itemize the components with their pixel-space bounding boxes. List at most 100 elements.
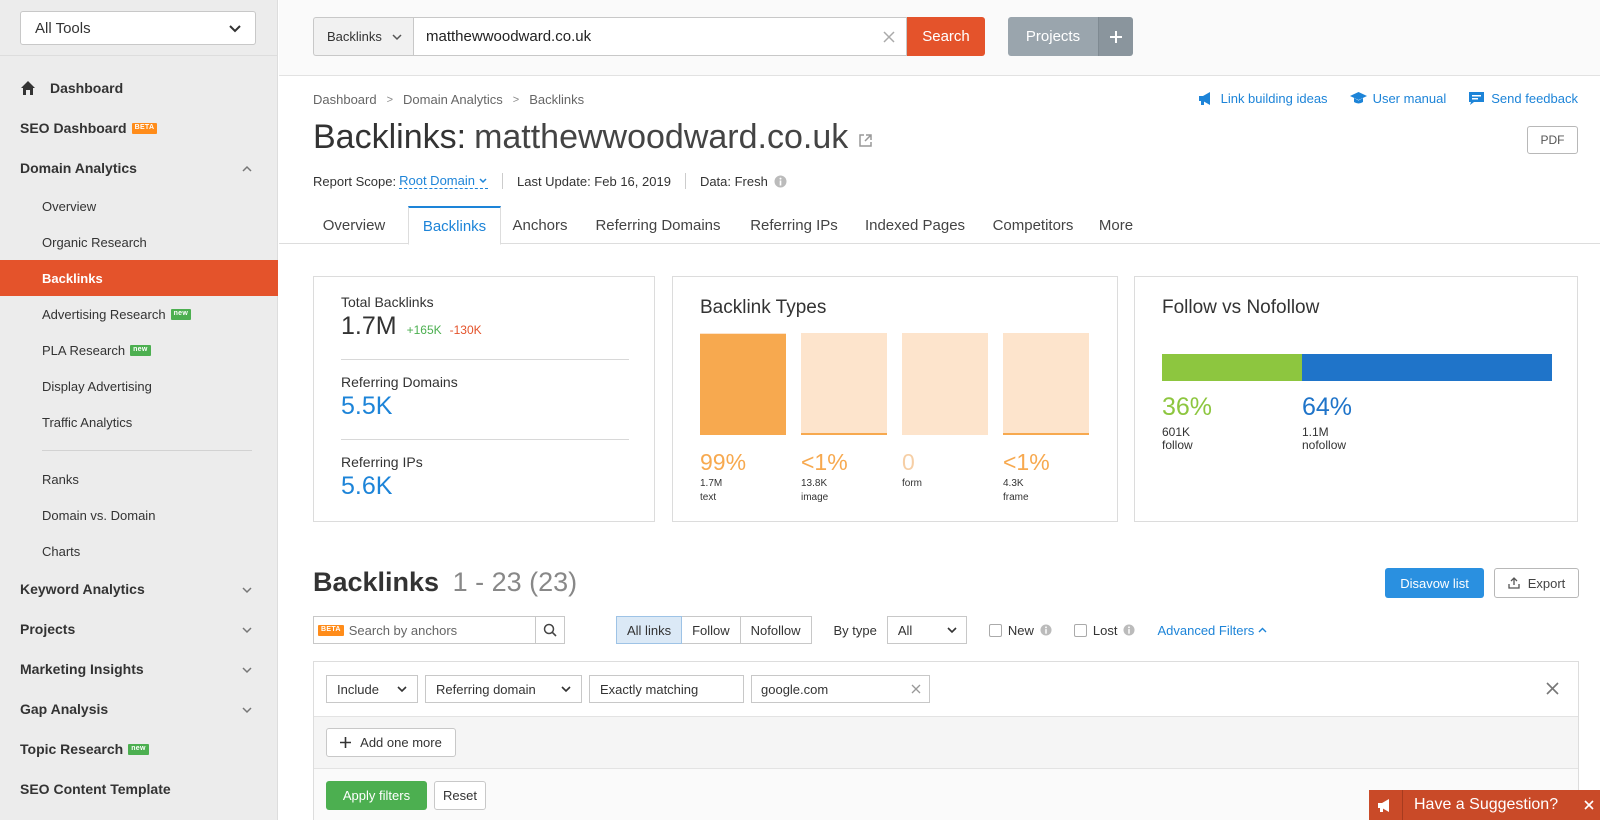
backlink-type-pct: <1% — [801, 449, 848, 475]
referring-domains-value[interactable]: 5.5K — [341, 392, 458, 421]
match-select[interactable]: Exactly matching — [589, 675, 744, 703]
database-select[interactable]: Backlinks — [313, 17, 413, 56]
sidebar-item-advertising-research[interactable]: Advertising Research new — [0, 296, 278, 332]
advanced-filters-toggle[interactable]: Advanced Filters — [1157, 623, 1267, 638]
backlink-type-pct: 99% — [700, 449, 747, 475]
checkbox-box[interactable] — [1073, 623, 1087, 637]
sidebar-item-topic-research[interactable]: Topic Research new — [0, 729, 278, 769]
user-manual-link[interactable]: User manual — [1349, 91, 1447, 106]
info-icon[interactable] — [774, 175, 787, 188]
close-suggestion-button[interactable] — [1578, 800, 1600, 810]
sidebar-item-organic-research[interactable]: Organic Research — [0, 224, 278, 260]
anchor-search-button[interactable] — [535, 617, 564, 643]
tab-indexed-pages[interactable]: Indexed Pages — [856, 206, 974, 244]
tab-referring-domains[interactable]: Referring Domains — [584, 206, 732, 244]
last-update: Last Update: Feb 16, 2019 — [516, 173, 671, 189]
nofollow-toggle[interactable]: Nofollow — [740, 616, 812, 644]
sidebar-item-ranks[interactable]: Ranks — [0, 461, 278, 497]
add-one-more-button[interactable]: Add one more — [326, 728, 456, 757]
sidebar: All Tools Dashboard SEO Dashboard BETA D… — [0, 0, 278, 820]
sidebar-item-display-advertising[interactable]: Display Advertising — [0, 368, 278, 404]
checkbox-box[interactable] — [988, 623, 1002, 637]
sidebar-item-dashboard[interactable]: Dashboard — [0, 68, 278, 108]
backlink-type-form[interactable]: 0 form — [902, 333, 988, 490]
breadcrumb-domain-analytics[interactable]: Domain Analytics — [403, 92, 503, 107]
backlink-type-name: frame — [1003, 492, 1029, 503]
clear-icon[interactable] — [911, 684, 921, 694]
backlink-type-frame[interactable]: <1% 4.3K frame — [1003, 333, 1089, 504]
backlink-type-image[interactable]: <1% 13.8K image — [801, 333, 887, 504]
projects-button[interactable]: Projects — [1008, 17, 1098, 56]
report-scope-select[interactable]: Root Domain — [399, 173, 488, 189]
user-manual-label: User manual — [1372, 91, 1447, 106]
total-backlinks-stat: Total Backlinks 1.7M +165K -130K — [341, 294, 482, 341]
sidebar-item-overview[interactable]: Overview — [0, 188, 278, 224]
plus-icon — [1110, 30, 1122, 43]
sidebar-item-label: Overview — [42, 198, 97, 214]
new-checkbox[interactable]: New — [988, 623, 1052, 638]
follow-toggle[interactable]: Follow — [682, 616, 741, 644]
info-icon[interactable] — [1123, 624, 1136, 636]
chevron-down-icon — [397, 686, 407, 693]
suggestion-widget[interactable]: Have a Suggestion? — [1369, 790, 1600, 820]
add-project-button[interactable] — [1098, 17, 1133, 56]
anchor-search-input[interactable]: BETA Search by anchors — [313, 616, 565, 644]
sidebar-item-keyword-analytics[interactable]: Keyword Analytics — [0, 569, 278, 609]
disavow-list-button[interactable]: Disavow list — [1385, 568, 1484, 598]
apply-filters-button[interactable]: Apply filters — [326, 781, 427, 810]
tab-referring-ips[interactable]: Referring IPs — [741, 206, 847, 244]
filter-value: google.com — [761, 681, 829, 697]
domain-search-input[interactable]: matthewwoodward.co.uk — [413, 17, 907, 56]
sidebar-item-pla-research[interactable]: PLA Research new — [0, 332, 278, 368]
backlink-type-pct: 0 — [902, 449, 915, 475]
new-badge: new — [170, 308, 192, 320]
tab-overview[interactable]: Overview — [313, 206, 395, 244]
total-backlinks-value-row: 1.7M +165K -130K — [341, 312, 482, 341]
export-button[interactable]: Export — [1494, 568, 1579, 598]
filter-value-input[interactable]: google.com — [751, 675, 930, 703]
info-icon[interactable] — [1040, 624, 1052, 636]
advanced-filters-label: Advanced Filters — [1157, 622, 1255, 638]
meta-divider — [501, 173, 503, 189]
referring-domains-stat[interactable]: Referring Domains 5.5K — [341, 374, 458, 421]
clear-icon[interactable] — [882, 30, 896, 44]
breadcrumb-backlinks[interactable]: Backlinks — [529, 92, 584, 107]
tab-anchors[interactable]: Anchors — [505, 206, 575, 244]
tab-more[interactable]: More — [1092, 206, 1140, 244]
chevron-down-icon — [242, 627, 252, 634]
include-select[interactable]: Include — [326, 675, 418, 703]
tab-competitors[interactable]: Competitors — [983, 206, 1083, 244]
reset-button[interactable]: Reset — [434, 781, 486, 810]
by-type-select[interactable]: All — [886, 616, 967, 644]
field-select[interactable]: Referring domain — [425, 675, 582, 703]
sidebar-item-label: Gap Analysis — [20, 701, 109, 717]
sidebar-item-domain-analytics[interactable]: Domain Analytics — [0, 148, 278, 188]
backlink-type-bar — [801, 333, 887, 435]
referring-ips-stat[interactable]: Referring IPs 5.6K — [341, 454, 423, 501]
link-building-ideas-link[interactable]: Link building ideas — [1198, 91, 1328, 106]
tab-backlinks[interactable]: Backlinks — [408, 206, 501, 245]
sidebar-item-projects[interactable]: Projects — [0, 609, 278, 649]
breadcrumb-dashboard[interactable]: Dashboard — [313, 92, 377, 107]
sidebar-item-label: Domain Analytics — [20, 160, 137, 176]
sidebar-item-backlinks[interactable]: Backlinks — [0, 260, 278, 296]
search-button[interactable]: Search — [907, 17, 985, 56]
referring-ips-value[interactable]: 5.6K — [341, 472, 423, 501]
sidebar-item-domain-vs-domain[interactable]: Domain vs. Domain — [0, 497, 278, 533]
sidebar-item-seo-dashboard[interactable]: SEO Dashboard BETA — [0, 108, 278, 148]
sidebar-item-charts[interactable]: Charts — [0, 533, 278, 569]
external-link-icon[interactable] — [858, 133, 873, 148]
top-bar: Backlinks matthewwoodward.co.uk Search P… — [279, 0, 1600, 76]
sidebar-item-traffic-analytics[interactable]: Traffic Analytics — [0, 404, 278, 440]
sidebar-item-seo-content-template[interactable]: SEO Content Template — [0, 769, 278, 809]
backlink-type-text[interactable]: 99% 1.7M text — [700, 333, 786, 504]
all-links-toggle[interactable]: All links — [616, 616, 683, 644]
lost-checkbox[interactable]: Lost — [1073, 623, 1136, 638]
sidebar-item-gap-analysis[interactable]: Gap Analysis — [0, 689, 278, 729]
send-feedback-link[interactable]: Send feedback — [1468, 91, 1578, 106]
sidebar-item-marketing-insights[interactable]: Marketing Insights — [0, 649, 278, 689]
pdf-button[interactable]: PDF — [1527, 126, 1578, 154]
close-icon[interactable] — [1545, 681, 1560, 696]
sidebar-top: All Tools — [0, 0, 278, 56]
all-tools-select[interactable]: All Tools — [20, 11, 256, 45]
